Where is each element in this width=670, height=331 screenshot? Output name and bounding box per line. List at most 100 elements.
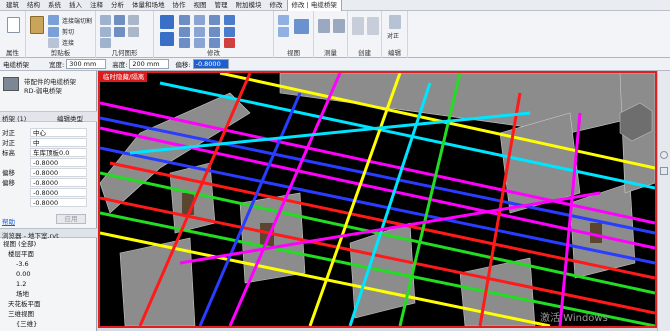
ribbon-group-label: 修改 <box>207 49 220 57</box>
property-row: -0.8000 <box>0 188 97 198</box>
edit-type-button[interactable]: 编辑类型 <box>57 113 83 123</box>
align-tool-icon[interactable] <box>160 15 174 29</box>
ribbon: 属性 连接端切割 剪切 连接 剪贴板 几何图形 修改 视图 测量 创建 对正 编… <box>0 11 670 58</box>
pin-icon[interactable] <box>224 15 235 25</box>
properties-help-link[interactable]: 帮助 <box>2 216 15 226</box>
width-input[interactable]: 300 mm <box>66 59 107 69</box>
property-value[interactable]: 车库顶板0.0 <box>30 148 87 157</box>
menu-tab-structure[interactable]: 结构 <box>23 0 44 11</box>
justify-icon[interactable] <box>389 15 401 29</box>
menu-tab-view[interactable]: 视图 <box>190 0 211 11</box>
type-preview-icon <box>3 77 19 91</box>
measure-icon[interactable] <box>318 19 330 33</box>
ribbon-group-label: 视图 <box>287 49 300 57</box>
width-field: 宽度: 300 mm <box>49 59 107 69</box>
paste-icon[interactable] <box>30 16 44 34</box>
property-value[interactable]: -0.8000 <box>30 158 87 167</box>
cut-label[interactable]: 剪切 <box>62 27 74 36</box>
dimension-icon[interactable] <box>333 19 345 33</box>
unpin-icon[interactable] <box>224 27 235 37</box>
cut-icon[interactable] <box>48 15 59 25</box>
windows-watermark: 激活 Windows <box>540 311 608 324</box>
offset-label: 偏移: <box>175 61 191 69</box>
ribbon-group-modify: 修改 <box>154 11 274 58</box>
join-label[interactable]: 连接 <box>62 38 74 47</box>
instance-filter[interactable]: 桥架 (1) 编辑类型 <box>0 111 97 123</box>
type-name[interactable]: RD-弱电桥架 <box>24 85 62 95</box>
justify-label[interactable]: 对正 <box>387 31 399 40</box>
tree-item-level[interactable]: 1.2 <box>16 280 26 289</box>
property-value[interactable]: 中 <box>30 138 87 147</box>
apply-button[interactable]: 应用 <box>56 214 86 224</box>
temporary-hide-isolate-tab[interactable]: 临时隐藏/隔离 <box>100 73 148 82</box>
connect-end-label[interactable]: 连接端切割 <box>62 16 92 25</box>
geometry-icon[interactable] <box>128 15 139 25</box>
split-icon[interactable] <box>209 15 220 25</box>
copy-icon[interactable] <box>48 27 59 37</box>
property-value[interactable]: -0.8000 <box>30 188 87 197</box>
ribbon-group-label: 编辑 <box>388 49 401 57</box>
mirror-icon[interactable] <box>194 15 205 25</box>
height-label: 高度: <box>112 61 128 69</box>
create-similar-icon[interactable] <box>367 17 379 35</box>
zoom-icon[interactable] <box>660 167 668 175</box>
height-input[interactable]: 200 mm <box>129 59 170 69</box>
ribbon-group-properties: 属性 <box>0 11 26 58</box>
view-icon[interactable] <box>278 15 289 25</box>
menu-bar: 建筑 结构 系统 插入 注释 分析 体量和场地 协作 视图 管理 附加模块 修改… <box>0 0 670 11</box>
menu-tab-modify[interactable]: 修改 <box>266 0 287 11</box>
tree-item-level[interactable]: 0.00 <box>16 270 30 279</box>
ribbon-group-label: 剪贴板 <box>50 49 71 57</box>
geometry-icon[interactable] <box>100 27 111 37</box>
left-panel: 带配件的电缆桥架 RD-弱电桥架 桥架 (1) 编辑类型 对正 中心 对正中 标高… <box>0 71 97 331</box>
3d-viewport[interactable]: 临时隐藏/隔离 激活 Windows <box>98 71 657 328</box>
move-icon[interactable] <box>160 32 174 46</box>
tree-item-3d-default[interactable]: {三维} <box>16 320 37 329</box>
mirror-icon[interactable] <box>194 27 205 37</box>
tree-item-level[interactable]: -3.6 <box>16 260 29 269</box>
property-value[interactable]: -0.8000 <box>30 198 87 207</box>
geometry-icon[interactable] <box>100 15 111 25</box>
property-row: -0.8000 <box>0 198 97 208</box>
property-row: 对正 中 <box>0 138 97 148</box>
menu-tab-architecture[interactable]: 建筑 <box>2 0 23 11</box>
menu-tab-manage[interactable]: 管理 <box>211 0 232 11</box>
properties-icon[interactable] <box>7 17 20 33</box>
tree-item-views[interactable]: 视图 (全部) <box>3 240 36 249</box>
offset-icon[interactable] <box>179 15 190 25</box>
tree-item-floor-plans[interactable]: 楼层平面 <box>8 250 34 259</box>
copy-tool-icon[interactable] <box>179 27 190 37</box>
property-value[interactable]: -0.8000 <box>30 168 87 177</box>
offset-input[interactable]: -0.8000 m <box>192 59 229 77</box>
menu-tab-collaborate[interactable]: 协作 <box>169 0 190 11</box>
ribbon-group-edit: 对正 编辑 <box>382 11 408 58</box>
menu-tab-systems[interactable]: 系统 <box>44 0 65 11</box>
geometry-icon[interactable] <box>128 27 139 37</box>
instance-filter-label[interactable]: 桥架 (1) <box>2 113 26 123</box>
property-value[interactable]: 中心 <box>30 128 87 137</box>
menu-tab-insert[interactable]: 插入 <box>65 0 86 11</box>
navigation-bar <box>657 71 670 331</box>
ribbon-group-label: 几何图形 <box>111 49 138 57</box>
menu-tab-modify-cabletray[interactable]: 修改 | 电缆桥架 <box>286 0 342 11</box>
property-row: -0.8000 <box>0 158 97 168</box>
menu-tab-massing[interactable]: 体量和场地 <box>128 0 169 11</box>
tree-item-3d-views[interactable]: 三维视图 <box>8 310 34 319</box>
ribbon-group-label: 创建 <box>358 49 371 57</box>
menu-tab-analyze[interactable]: 分析 <box>107 0 128 11</box>
tree-item-ceiling-plans[interactable]: 天花板平面 <box>8 300 41 309</box>
menu-tab-addins[interactable]: 附加模块 <box>232 0 266 11</box>
ribbon-group-create: 创建 <box>348 11 382 58</box>
tree-item-site[interactable]: 场地 <box>16 290 29 299</box>
property-row: 对正 中心 <box>0 128 97 138</box>
geometry-icon[interactable] <box>114 27 125 37</box>
steering-wheel-icon[interactable] <box>660 151 668 159</box>
hide-icon[interactable] <box>294 19 309 34</box>
create-group-icon[interactable] <box>352 17 364 35</box>
menu-tab-annotate[interactable]: 注释 <box>86 0 107 11</box>
property-row: 标高 车库顶板0.0 <box>0 148 97 158</box>
array-icon[interactable] <box>209 27 220 37</box>
geometry-icon[interactable] <box>114 15 125 25</box>
view-icon[interactable] <box>278 27 289 37</box>
property-value[interactable]: -0.8000 <box>30 178 87 187</box>
